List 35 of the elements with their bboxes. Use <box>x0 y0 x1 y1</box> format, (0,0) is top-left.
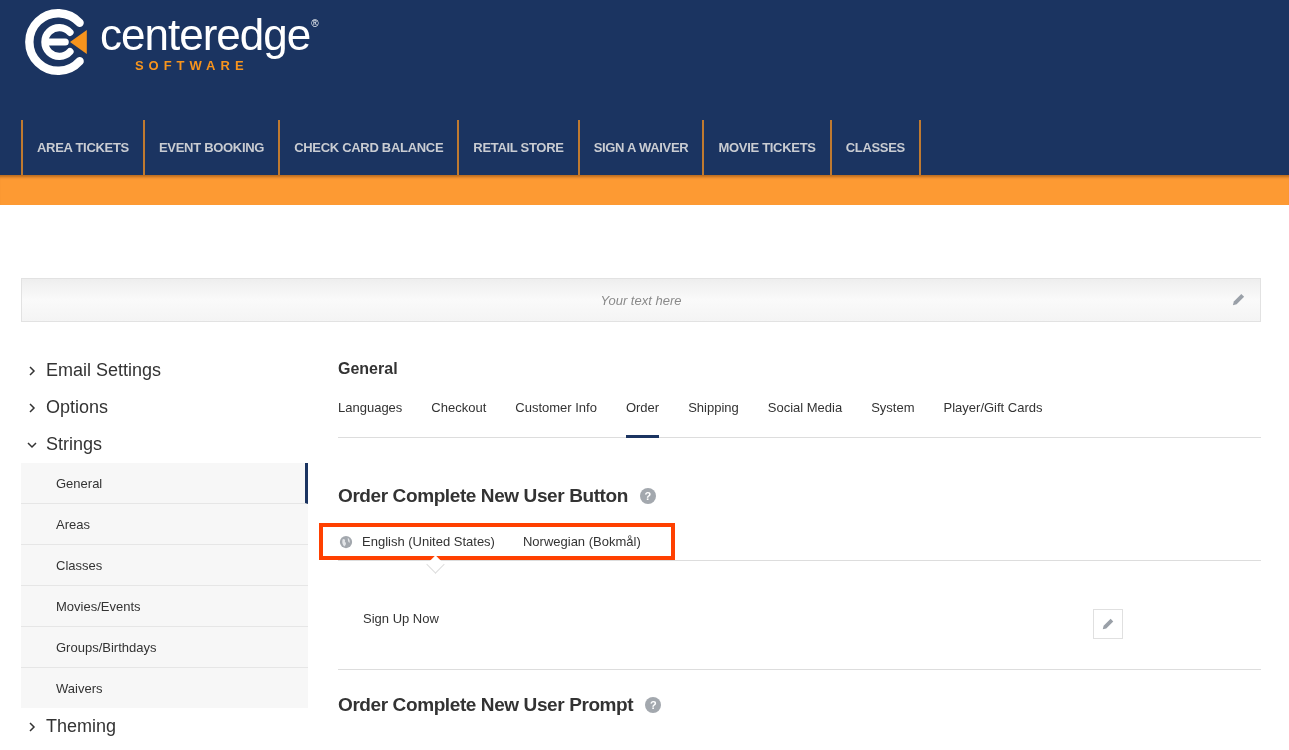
string-value: Sign Up Now <box>363 610 439 626</box>
sidebar-subitem[interactable]: Movies/Events <box>21 586 308 627</box>
chevron-icon <box>27 721 37 732</box>
tab[interactable]: Player/Gift Cards <box>943 396 1043 438</box>
sidebar-item[interactable]: Strings <box>21 426 308 463</box>
tab[interactable]: Languages <box>338 396 403 438</box>
sidebar-item[interactable]: Theming <box>21 708 308 745</box>
pencil-icon <box>1231 292 1246 307</box>
tab[interactable]: Checkout <box>431 396 487 438</box>
chevron-icon <box>27 402 37 413</box>
edit-button[interactable] <box>1093 609 1123 639</box>
string-title: Order Complete New User Button <box>338 485 628 507</box>
chevron-icon <box>27 439 37 450</box>
sidebar-subitem[interactable]: General <box>21 463 308 504</box>
tab[interactable]: Customer Info <box>515 396 597 438</box>
sidebar-subitem[interactable]: Areas <box>21 504 308 545</box>
tab[interactable]: Social Media <box>767 396 843 438</box>
tab[interactable]: Shipping <box>688 396 739 438</box>
sidebar-subitem[interactable]: Classes <box>21 545 308 586</box>
pencil-icon <box>1101 617 1115 631</box>
language-tab[interactable]: English (United States) <box>339 532 495 551</box>
tab[interactable]: System <box>871 396 915 438</box>
logo-tagline: SOFTWARE <box>134 57 249 73</box>
chevron-icon <box>27 365 37 376</box>
sidebar-item[interactable]: Options <box>21 389 308 426</box>
tab[interactable]: Order <box>625 396 660 438</box>
sidebar-item[interactable]: Email Settings <box>21 352 308 389</box>
sidebar-subitem[interactable]: Groups/Birthdays <box>21 627 308 668</box>
language-tab[interactable]: Norwegian (Bokmål) <box>522 532 641 551</box>
globe-icon <box>339 534 353 549</box>
registered-mark: ® <box>311 17 319 29</box>
logo-wordmark: centeredge <box>100 11 311 58</box>
section-title: General <box>338 360 399 378</box>
string-title: Order Complete New User Prompt <box>338 694 634 716</box>
sidebar-subitem[interactable]: Waivers <box>21 668 308 708</box>
